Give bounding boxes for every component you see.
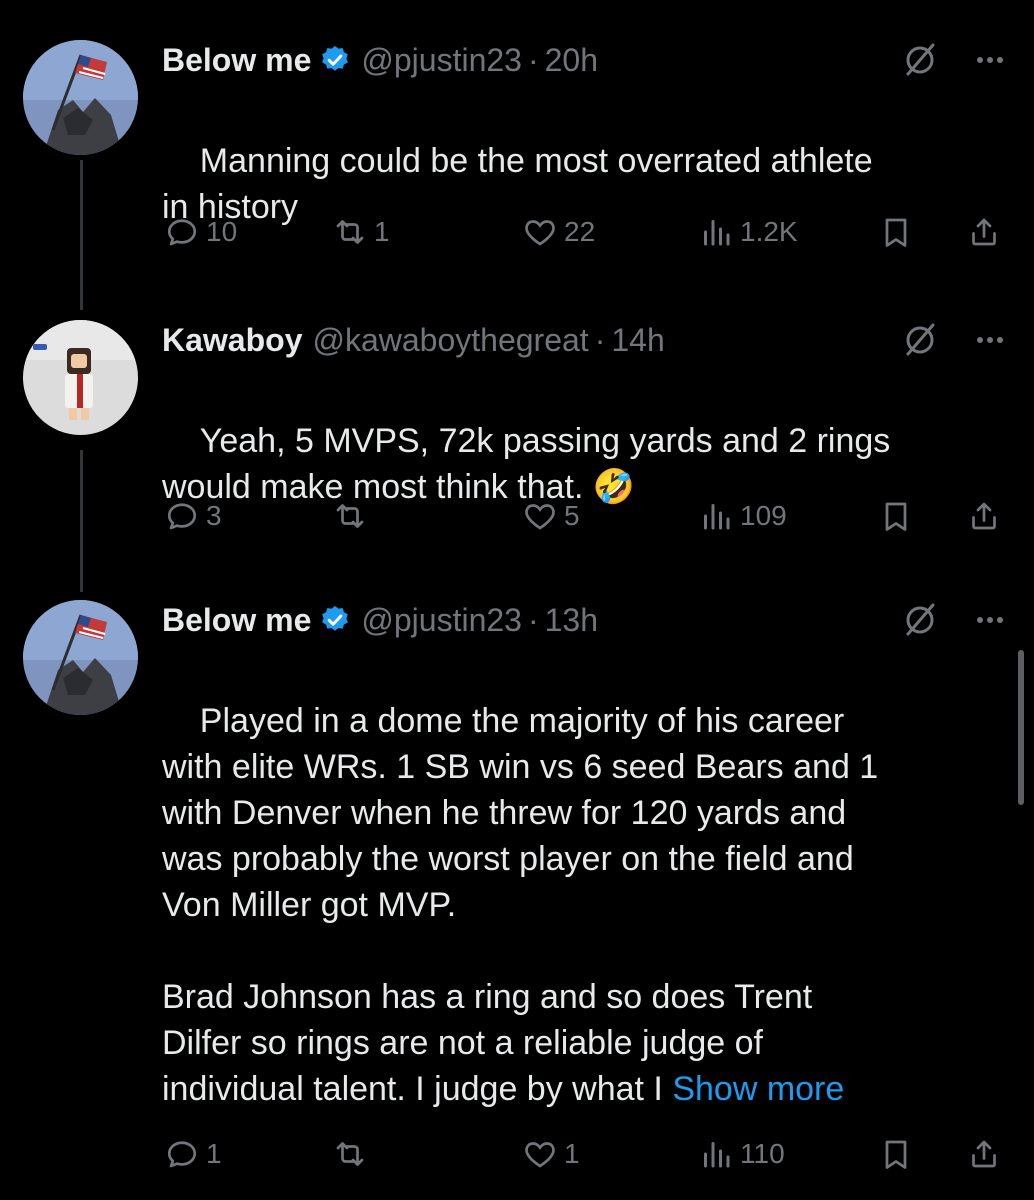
more-icon[interactable] (970, 320, 1010, 360)
like-button[interactable]: 22 (522, 212, 595, 252)
bookmark-button[interactable] (878, 1134, 914, 1174)
separator: · (594, 321, 606, 358)
author-name[interactable]: Kawaboy (162, 322, 302, 359)
reply-button[interactable]: 10 (164, 212, 237, 252)
timestamp[interactable]: 20h (545, 42, 598, 79)
timestamp[interactable]: 13h (545, 602, 598, 639)
verified-badge-icon (322, 606, 349, 631)
action-bar: 1 1 110 (160, 1134, 1010, 1174)
like-button[interactable]: 5 (522, 496, 580, 536)
author-handle[interactable]: @pjustin23 (361, 602, 522, 639)
retweet-icon (336, 504, 364, 528)
reply-button[interactable]: 1 (164, 1134, 222, 1174)
bookmark-button[interactable] (878, 212, 914, 252)
more-icon[interactable] (970, 40, 1010, 80)
reply-icon (167, 1141, 197, 1168)
retweet-button[interactable]: 1 (332, 212, 390, 252)
avatar[interactable] (23, 40, 138, 155)
bookmark-icon (885, 218, 907, 247)
views-icon (704, 220, 730, 246)
grok-icon[interactable] (900, 320, 940, 360)
tweet-text-content: Played in a dome the majority of his car… (162, 702, 879, 1108)
views-button[interactable]: 110 (698, 1134, 785, 1174)
like-button[interactable]: 1 (522, 1134, 580, 1174)
grok-icon[interactable] (900, 600, 940, 640)
like-count: 5 (564, 500, 580, 531)
reply-count: 10 (206, 216, 238, 247)
share-button[interactable] (966, 496, 1002, 536)
bookmark-icon (885, 502, 907, 531)
action-bar: 10 1 22 1.2K (160, 212, 1010, 252)
avatar[interactable] (23, 600, 138, 715)
reply-icon (167, 503, 197, 530)
tweet-1[interactable]: Below me @pjustin23 · 20h Manning could … (0, 40, 1034, 280)
separator: · (527, 601, 539, 638)
share-button[interactable] (966, 1134, 1002, 1174)
views-count: 1.2K (740, 216, 798, 247)
author-name[interactable]: Below me (162, 602, 311, 639)
author-handle[interactable]: @pjustin23 (361, 42, 522, 79)
views-button[interactable]: 1.2K (698, 212, 798, 252)
action-bar: 3 5 109 (160, 496, 1010, 536)
tweet-2[interactable]: Kawaboy @kawaboythegreat · 14h Yeah, 5 M… (0, 320, 1034, 540)
retweet-count: 1 (374, 216, 390, 247)
verified-badge-icon (322, 46, 349, 71)
like-count: 22 (564, 216, 596, 247)
views-icon (704, 1142, 730, 1168)
author-name[interactable]: Below me (162, 42, 311, 79)
retweet-button[interactable] (332, 496, 374, 536)
reply-icon (167, 219, 197, 246)
heart-icon (525, 504, 555, 530)
heart-icon (525, 1142, 555, 1168)
separator: · (527, 41, 539, 78)
retweet-button[interactable] (332, 1134, 374, 1174)
tweet-text-content: Yeah, 5 MVPS, 72k passing yards and 2 ri… (162, 422, 891, 506)
retweet-icon (336, 1142, 364, 1166)
bookmark-button[interactable] (878, 496, 914, 536)
tweet-3[interactable]: Below me @pjustin23 · 13h Played in a do… (0, 600, 1034, 1180)
grok-icon[interactable] (900, 40, 940, 80)
heart-icon (525, 220, 555, 246)
retweet-icon (336, 220, 364, 244)
share-icon (972, 1140, 996, 1168)
share-icon (972, 218, 996, 246)
bookmark-icon (885, 1140, 907, 1169)
scrollbar[interactable] (1018, 650, 1024, 805)
views-button[interactable]: 109 (698, 496, 787, 536)
reply-count: 1 (206, 1138, 222, 1169)
avatar[interactable] (23, 320, 138, 435)
tweet-text: Played in a dome the majority of his car… (162, 652, 1002, 1158)
reply-count: 3 (206, 500, 222, 531)
share-button[interactable] (966, 212, 1002, 252)
views-count: 110 (740, 1138, 785, 1169)
show-more-link[interactable]: Show more (672, 1070, 844, 1108)
views-icon (704, 504, 730, 530)
share-icon (972, 502, 996, 530)
views-count: 109 (740, 500, 787, 531)
author-handle[interactable]: @kawaboythegreat (312, 322, 588, 359)
reply-button[interactable]: 3 (164, 496, 222, 536)
timestamp[interactable]: 14h (611, 322, 664, 359)
more-icon[interactable] (970, 600, 1010, 640)
like-count: 1 (564, 1138, 580, 1169)
